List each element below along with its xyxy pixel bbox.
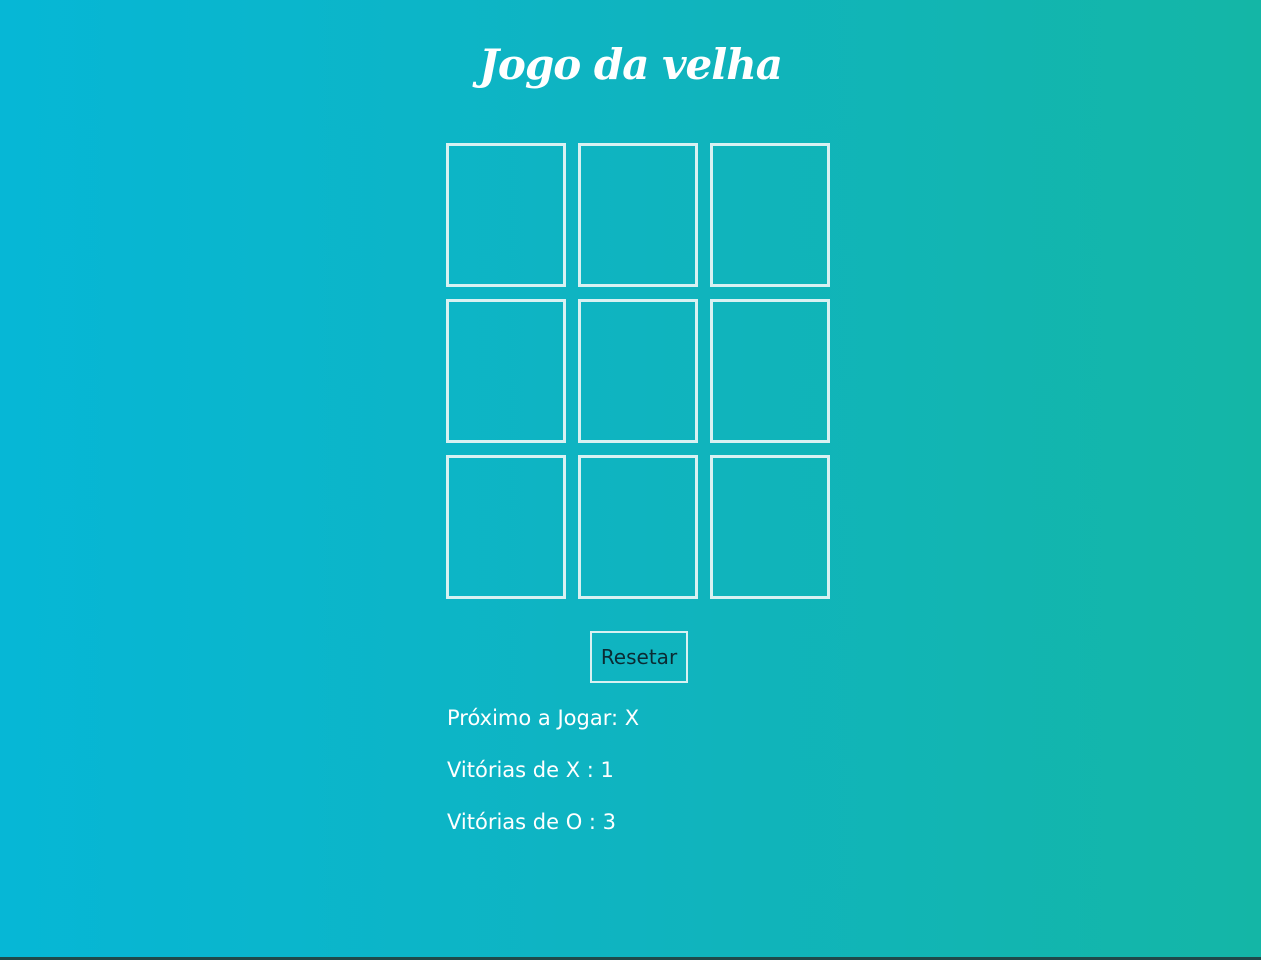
page-title: Jogo da velha — [479, 40, 783, 89]
o-wins-count: Vitórias de O : 3 — [447, 810, 617, 834]
reset-button[interactable]: Resetar — [590, 631, 688, 683]
x-wins-count: Vitórias de X : 1 — [447, 758, 614, 782]
board-cell-7[interactable] — [446, 455, 566, 599]
next-player-status: Próximo a Jogar: X — [447, 706, 640, 730]
game-board — [446, 143, 832, 599]
board-cell-4[interactable] — [446, 299, 566, 443]
board-cell-9[interactable] — [710, 455, 830, 599]
board-cell-1[interactable] — [446, 143, 566, 287]
board-cell-2[interactable] — [578, 143, 698, 287]
board-cell-8[interactable] — [578, 455, 698, 599]
board-cell-6[interactable] — [710, 299, 830, 443]
board-cell-3[interactable] — [710, 143, 830, 287]
board-cell-5[interactable] — [578, 299, 698, 443]
